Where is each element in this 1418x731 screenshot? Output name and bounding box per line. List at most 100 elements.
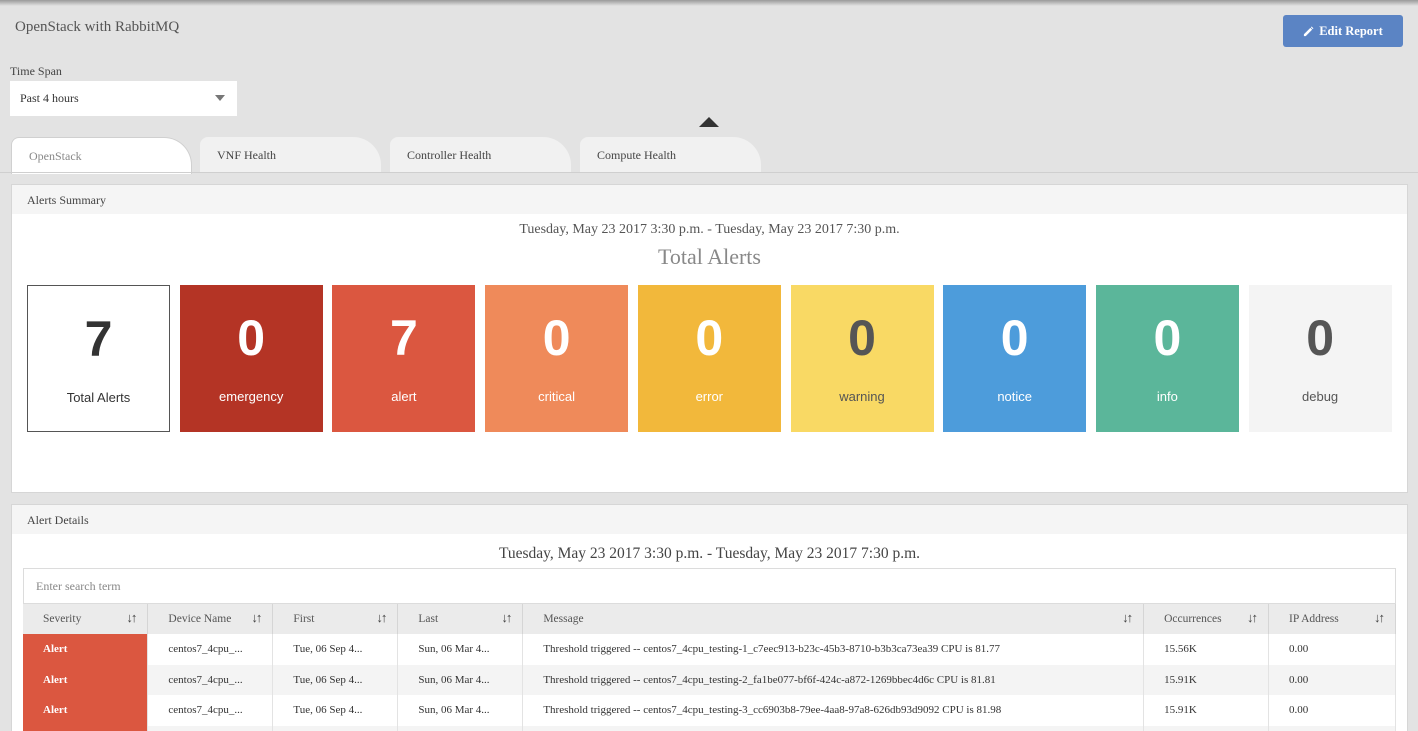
tab-compute-health[interactable]: Compute Health	[580, 137, 761, 173]
tile-count: 7	[389, 310, 418, 366]
tile-label: warning	[839, 389, 885, 404]
tile-count: 0	[1153, 310, 1182, 366]
sort-icon[interactable]: ↓↑	[501, 610, 512, 626]
edit-report-label: Edit Report	[1319, 23, 1383, 38]
tab-controller-health[interactable]: Controller Health	[390, 137, 571, 173]
tab-label: OpenStack	[29, 149, 82, 163]
table-cell: Threshold triggered -- centos7_4cpu_test…	[522, 634, 1145, 665]
table-cell: Sun, 06 Mar 4...	[397, 664, 524, 695]
time-span-select[interactable]: Past 4 hours	[10, 81, 237, 116]
table-cell: centos7_4cpu_...	[147, 695, 274, 726]
table-row[interactable]: Alert centos7_4cpu_... Tue, 06 Sep 4... Sun…	[23, 664, 1396, 695]
table-cell: Threshold triggered -- centos7_4cpu_test…	[522, 664, 1145, 695]
sort-icon[interactable]: ↓↑	[376, 610, 387, 626]
table-cell: Alert	[23, 695, 149, 726]
tile-label: notice	[997, 389, 1033, 404]
tab-vnf-health[interactable]: VNF Health	[200, 137, 381, 173]
alert-tile-critical[interactable]: 0 critical	[485, 285, 629, 432]
sort-icon[interactable]: ↓↑	[1374, 610, 1385, 626]
alert-tile-notice[interactable]: 0 notice	[943, 285, 1087, 432]
table-row[interactable]: Alert centos7_4cpu_... Tue, 06 Sep 4... Sun…	[23, 634, 1396, 665]
table-cell: 15.91K	[1143, 664, 1270, 695]
table-cell: 0.00	[1268, 664, 1396, 695]
tile-count: 0	[237, 310, 266, 366]
table-cell: Tue, 06 Sep 4...	[272, 664, 399, 695]
tile-count: 0	[695, 310, 724, 366]
top-shadow	[0, 0, 1418, 6]
time-span-label: Time Span	[10, 64, 62, 78]
table-cell: Sun, 06 Mar 4...	[397, 695, 524, 726]
column-header-first[interactable]: First ↓↑	[272, 604, 399, 634]
table-cell: Alert	[23, 634, 149, 665]
tile-count: 7	[84, 311, 113, 367]
column-header-occurrences[interactable]: Occurrences ↓↑	[1143, 604, 1270, 634]
alert-tiles: 7 Total Alerts 0 emergency 7 alert 0 critical 0 e…	[27, 285, 1392, 433]
alert-tile-warning[interactable]: 0 warning	[790, 285, 934, 432]
tab-label: Controller Health	[407, 148, 492, 162]
edit-report-button[interactable]: Edit Report	[1283, 15, 1403, 47]
alert-tile-info[interactable]: 0 info	[1095, 285, 1239, 432]
alert-tile-emergency[interactable]: 0 emergency	[179, 285, 323, 432]
pencil-icon	[1304, 26, 1314, 36]
column-label: IP Address	[1289, 613, 1339, 625]
table-cell: Tue, 06 Sep 4...	[272, 634, 399, 665]
table-cell: centos7_4cpu_...	[147, 664, 274, 695]
report-title: OpenStack with RabbitMQ	[15, 19, 180, 35]
tile-count: 0	[542, 310, 571, 366]
tile-count: 0	[848, 310, 876, 366]
alert-details-title: Alert Details	[12, 505, 1407, 534]
table-row[interactable]	[23, 725, 1396, 731]
table-header-row: Severity ↓↑ Device Name ↓↑ First ↓↑ Last ↓↑ Mess…	[23, 604, 1396, 634]
tile-count: 0	[1306, 310, 1334, 366]
table-cell: 15.91K	[1143, 695, 1270, 726]
table-cell	[1268, 725, 1396, 731]
alert-tile-debug[interactable]: 0 debug	[1248, 285, 1392, 432]
alert-tile-error[interactable]: 0 error	[637, 285, 781, 432]
collapse-arrow-icon[interactable]	[699, 117, 719, 127]
sort-icon[interactable]: ↓↑	[251, 610, 262, 626]
column-header-message[interactable]: Message ↓↑	[522, 604, 1145, 634]
table-cell: 0.00	[1268, 695, 1396, 726]
tab-label: Compute Health	[597, 148, 676, 162]
tile-label: alert	[391, 389, 417, 404]
tab-divider	[0, 172, 1418, 173]
search-input[interactable]	[23, 568, 1396, 604]
time-span-value: Past 4 hours	[20, 91, 79, 105]
table-cell: Threshold triggered -- centos7_4cpu_test…	[522, 695, 1145, 726]
alerts-summary-panel: Alerts Summary Tuesday, May 23 2017 3:30…	[11, 184, 1408, 493]
column-header-device-name[interactable]: Device Name ↓↑	[147, 604, 274, 634]
tile-label: debug	[1302, 389, 1339, 404]
table-cell	[147, 725, 274, 731]
column-label: Device Name	[168, 613, 232, 625]
sort-icon[interactable]: ↓↑	[1247, 610, 1258, 626]
total-alerts-heading: Total Alerts	[658, 244, 761, 269]
alerts-table: Severity ↓↑ Device Name ↓↑ First ↓↑ Last ↓↑ Mess…	[23, 604, 1396, 731]
tile-label: emergency	[219, 389, 284, 404]
sort-icon[interactable]: ↓↑	[126, 610, 137, 626]
alert-tile-alert[interactable]: 7 alert	[332, 285, 476, 432]
table-cell	[23, 725, 149, 731]
tab-label: VNF Health	[217, 148, 276, 162]
tile-label: info	[1156, 389, 1178, 404]
report-tabs: OpenStack VNF Health Controller Health C…	[0, 137, 1418, 174]
sort-icon[interactable]: ↓↑	[1122, 610, 1133, 626]
column-header-severity[interactable]: Severity ↓↑	[23, 604, 149, 634]
tile-label: critical	[538, 389, 576, 404]
table-cell	[522, 725, 1145, 731]
alerts-summary-title: Alerts Summary	[12, 185, 1407, 214]
tab-openstack[interactable]: OpenStack	[11, 137, 192, 174]
column-header-last[interactable]: Last ↓↑	[397, 604, 524, 634]
table-cell: 15.56K	[1143, 634, 1270, 665]
table-cell: centos7_4cpu_...	[147, 634, 274, 665]
column-label: Last	[418, 613, 439, 625]
column-label: Message	[543, 613, 584, 625]
column-label: Occurrences	[1164, 613, 1222, 625]
column-header-ip-address[interactable]: IP Address ↓↑	[1268, 604, 1396, 634]
tile-label: Total Alerts	[66, 390, 131, 405]
table-body: Alert centos7_4cpu_... Tue, 06 Sep 4... Sun…	[23, 634, 1396, 731]
table-cell: Tue, 06 Sep 4...	[272, 695, 399, 726]
alert-tile-total-alerts[interactable]: 7 Total Alerts	[27, 285, 170, 432]
caret-down-icon	[215, 95, 225, 101]
summary-date-range: Tuesday, May 23 2017 3:30 p.m. - Tuesday…	[519, 222, 900, 237]
table-row[interactable]: Alert centos7_4cpu_... Tue, 06 Sep 4... Sun…	[23, 695, 1396, 726]
